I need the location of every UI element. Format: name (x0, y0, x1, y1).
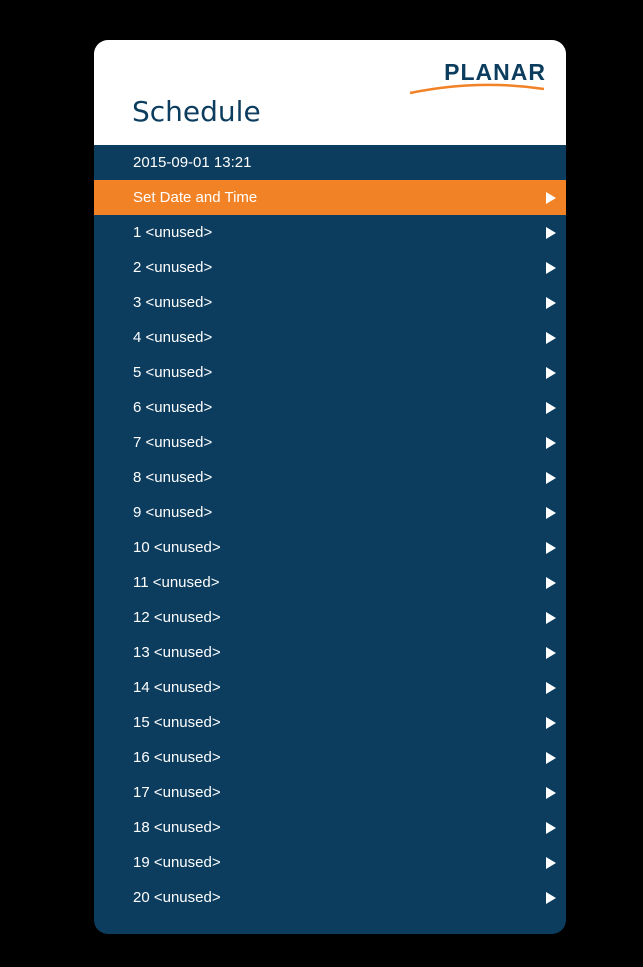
schedule-panel: PLANAR Schedule 2015-09-01 13:21 Set Dat… (94, 40, 566, 934)
menu-item-label: 17 <unused> (133, 784, 221, 801)
menu-item-label: Set Date and Time (133, 189, 258, 206)
menu-item-schedule-19[interactable]: 19 <unused> (94, 845, 566, 880)
menu-item-schedule-18[interactable]: 18 <unused> (94, 810, 566, 845)
chevron-right-icon (546, 507, 556, 519)
menu-item-schedule-15[interactable]: 15 <unused> (94, 705, 566, 740)
logo-swoosh-icon (409, 83, 545, 95)
menu-item-schedule-9[interactable]: 9 <unused> (94, 495, 566, 530)
menu-item-schedule-6[interactable]: 6 <unused> (94, 390, 566, 425)
chevron-right-icon (546, 262, 556, 274)
menu-item-schedule-20[interactable]: 20 <unused> (94, 880, 566, 915)
menu-item-schedule-14[interactable]: 14 <unused> (94, 670, 566, 705)
menu-item-schedule-11[interactable]: 11 <unused> (94, 565, 566, 600)
current-datetime: 2015-09-01 13:21 (94, 145, 566, 180)
menu-item-schedule-1[interactable]: 1 <unused> (94, 215, 566, 250)
menu-item-schedule-10[interactable]: 10 <unused> (94, 530, 566, 565)
menu-item-schedule-12[interactable]: 12 <unused> (94, 600, 566, 635)
menu-item-label: 15 <unused> (133, 714, 221, 731)
menu-item-label: 9 <unused> (133, 504, 213, 521)
page-title: Schedule (132, 95, 261, 128)
menu-item-schedule-2[interactable]: 2 <unused> (94, 250, 566, 285)
chevron-right-icon (546, 402, 556, 414)
chevron-right-icon (546, 437, 556, 449)
chevron-right-icon (546, 892, 556, 904)
menu-item-schedule-16[interactable]: 16 <unused> (94, 740, 566, 775)
chevron-right-icon (546, 647, 556, 659)
menu-item-label: 16 <unused> (133, 749, 221, 766)
menu-item-label: 11 <unused> (133, 574, 220, 591)
menu-item-label: 18 <unused> (133, 819, 221, 836)
menu-item-label: 1 <unused> (133, 224, 213, 241)
schedule-list: 1 <unused> 2 <unused> 3 <unused> 4 <unused>… (94, 215, 566, 915)
panel-header: PLANAR Schedule (94, 40, 566, 145)
menu-item-label: 19 <unused> (133, 854, 221, 871)
menu-item-label: 13 <unused> (133, 644, 221, 661)
menu-item-label: 5 <unused> (133, 364, 213, 381)
chevron-right-icon (546, 682, 556, 694)
osd-screen: PLANAR Schedule 2015-09-01 13:21 Set Dat… (0, 0, 643, 967)
chevron-right-icon (546, 297, 556, 309)
menu-item-label: 10 <unused> (133, 539, 221, 556)
chevron-right-icon (546, 857, 556, 869)
chevron-right-icon (546, 192, 556, 204)
menu-item-label: 14 <unused> (133, 679, 221, 696)
menu-item-label: 8 <unused> (133, 469, 213, 486)
menu-item-schedule-13[interactable]: 13 <unused> (94, 635, 566, 670)
menu-item-label: 2 <unused> (133, 259, 213, 276)
planar-logo: PLANAR (406, 60, 546, 100)
menu-item-schedule-7[interactable]: 7 <unused> (94, 425, 566, 460)
chevron-right-icon (546, 577, 556, 589)
chevron-right-icon (546, 717, 556, 729)
menu-item-schedule-17[interactable]: 17 <unused> (94, 775, 566, 810)
menu-item-label: 3 <unused> (133, 294, 213, 311)
menu-item-label: 4 <unused> (133, 329, 213, 346)
chevron-right-icon (546, 752, 556, 764)
chevron-right-icon (546, 227, 556, 239)
menu-item-schedule-5[interactable]: 5 <unused> (94, 355, 566, 390)
menu-item-set-date-time[interactable]: Set Date and Time (94, 180, 566, 215)
menu-item-schedule-3[interactable]: 3 <unused> (94, 285, 566, 320)
chevron-right-icon (546, 472, 556, 484)
chevron-right-icon (546, 332, 556, 344)
menu-item-schedule-4[interactable]: 4 <unused> (94, 320, 566, 355)
menu-item-label: 20 <unused> (133, 889, 221, 906)
menu-item-label: 12 <unused> (133, 609, 221, 626)
chevron-right-icon (546, 612, 556, 624)
menu-item-schedule-8[interactable]: 8 <unused> (94, 460, 566, 495)
chevron-right-icon (546, 787, 556, 799)
chevron-right-icon (546, 367, 556, 379)
menu-item-label: 6 <unused> (133, 399, 213, 416)
chevron-right-icon (546, 542, 556, 554)
chevron-right-icon (546, 822, 556, 834)
menu-item-label: 7 <unused> (133, 434, 213, 451)
